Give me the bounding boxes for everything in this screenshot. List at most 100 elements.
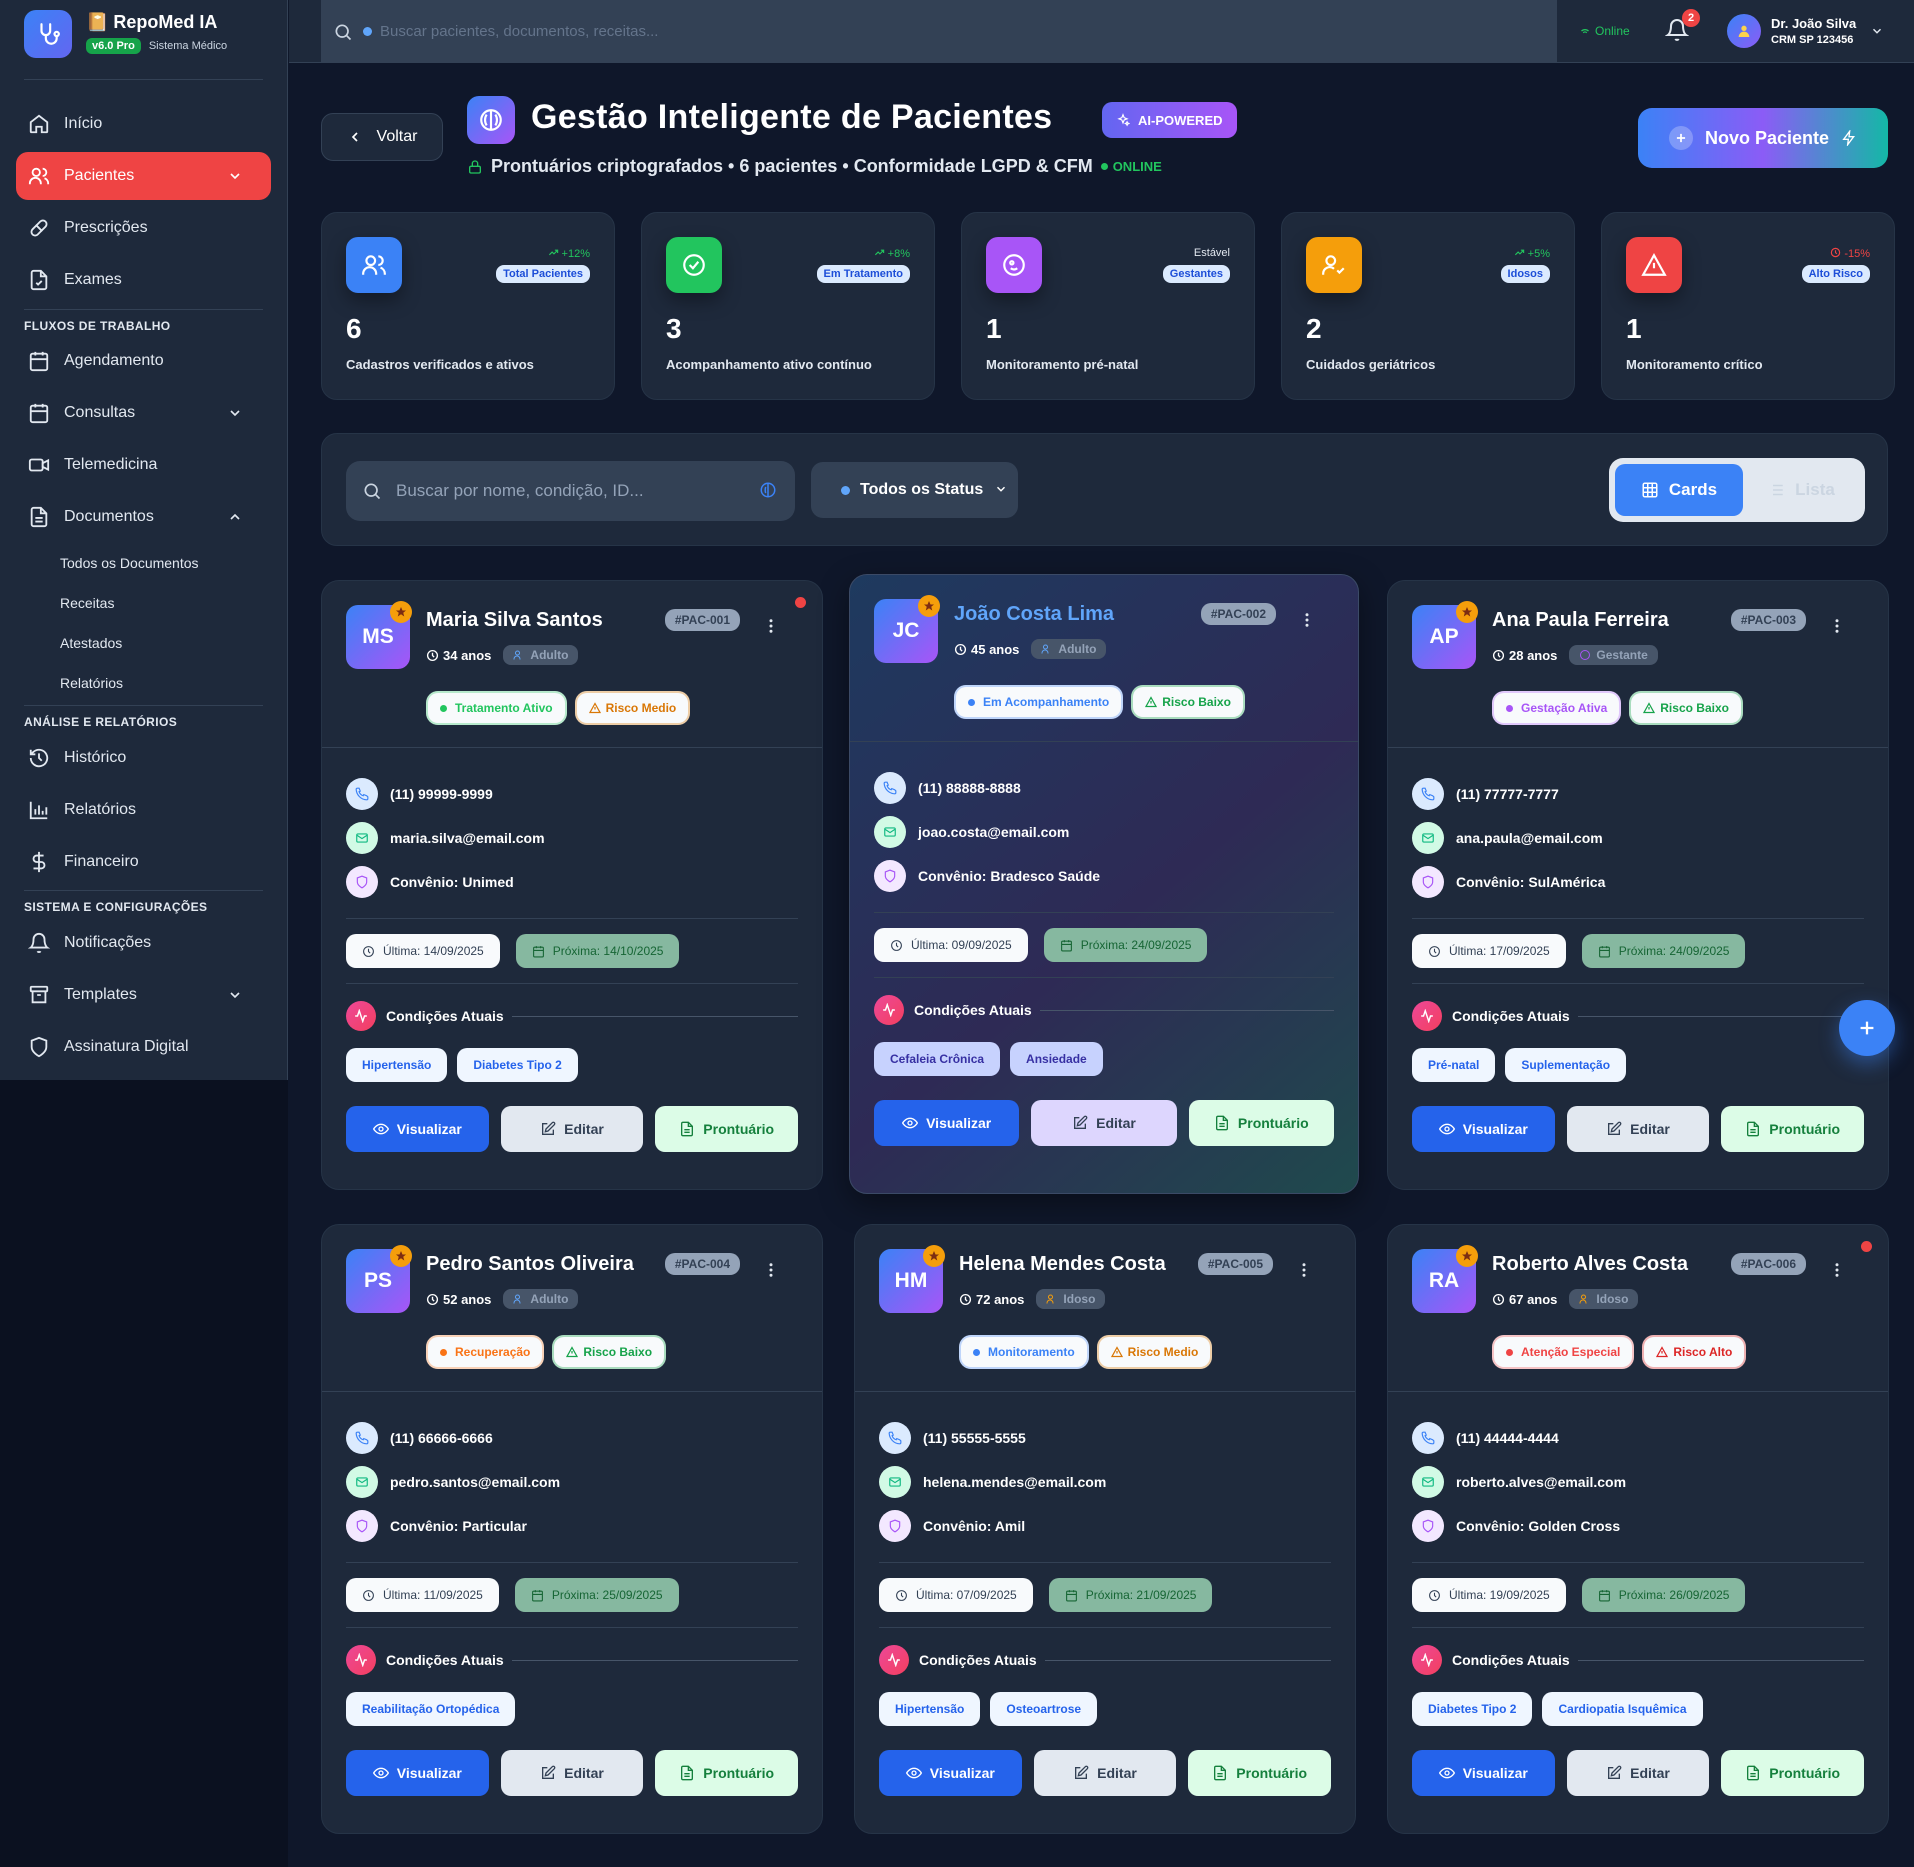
sidebar-item-agendamento[interactable]: Agendamento [16,337,271,385]
view-button[interactable]: Visualizar [879,1750,1022,1796]
status-filter-select[interactable]: Todos os Status [811,462,1018,518]
patient-card[interactable]: AP Ana Paula Ferreira #PAC-003 28 anos Gesta… [1387,580,1889,1190]
back-button[interactable]: Voltar [321,113,443,161]
view-list-button[interactable]: Lista [1743,464,1859,516]
condition-tag[interactable]: Ansiedade [1010,1042,1103,1076]
condition-tag[interactable]: Cefaleia Crônica [874,1042,1001,1076]
patient-search-input[interactable]: Buscar por nome, condição, ID... [346,461,795,521]
patient-card[interactable]: JC João Costa Lima #PAC-002 45 anos Adulto Em… [849,574,1359,1194]
condition-tag[interactable]: Suplementação [1505,1048,1627,1082]
stat-card[interactable]: +5% Idosos 2 Cuidados geriátricos [1281,212,1575,400]
sidebar-item-label: Relatórios [64,801,137,818]
edit-button[interactable]: Editar [1033,1750,1177,1796]
subnav-relatorios[interactable]: Relatórios [60,675,123,691]
medical-record-button[interactable]: Prontuário [1721,1750,1865,1796]
condition-tag[interactable]: Reabilitação Ortopédica [346,1692,516,1726]
sidebar-item-documentos[interactable]: Documentos [16,493,271,541]
sidebar-item-assinatura[interactable]: Assinatura Digital [16,1023,271,1071]
view-button[interactable]: Visualizar [1412,1750,1555,1796]
condition-tag[interactable]: Cardiopatia Isquêmica [1542,1692,1703,1726]
condition-tag[interactable]: Diabetes Tipo 2 [457,1048,578,1082]
patient-email[interactable]: pedro.santos@email.com [346,1460,798,1504]
edit-button[interactable]: Editar [500,1750,644,1796]
patient-phone[interactable]: (11) 55555-5555 [879,1416,1331,1460]
view-button[interactable]: Visualizar [1412,1106,1555,1152]
patient-card[interactable]: MS Maria Silva Santos #PAC-001 34 anos Adult… [321,580,823,1190]
star-icon[interactable] [923,1245,945,1267]
patient-email[interactable]: maria.silva@email.com [346,816,798,860]
sidebar-item-exames[interactable]: Exames [16,256,271,304]
stat-card[interactable]: +8% Em Tratamento 3 Acompanhamento ativo co… [641,212,935,400]
stat-card[interactable]: +12% Total Pacientes 6 Cadastros verificado… [321,212,615,400]
more-options-icon[interactable] [1295,1261,1313,1279]
patient-phone[interactable]: (11) 99999-9999 [346,772,798,816]
star-icon[interactable] [918,595,940,617]
subnav-atestados[interactable]: Atestados [60,635,122,651]
ai-search-icon[interactable] [759,481,777,499]
star-icon[interactable] [390,601,412,623]
more-options-icon[interactable] [1298,611,1316,629]
patient-phone[interactable]: (11) 66666-6666 [346,1416,798,1460]
sidebar-item-pacientes[interactable]: Pacientes [16,152,271,200]
patient-email[interactable]: joao.costa@email.com [874,810,1334,854]
sidebar-item-prescricoes[interactable]: Prescrições [16,204,271,252]
star-icon[interactable] [1456,1245,1478,1267]
patient-name[interactable]: Pedro Santos Oliveira [426,1253,634,1276]
patient-email[interactable]: helena.mendes@email.com [879,1460,1331,1504]
floating-add-button[interactable] [1839,1000,1895,1056]
new-patient-button[interactable]: Novo Paciente [1638,108,1888,168]
view-button[interactable]: Visualizar [346,1106,489,1152]
medical-record-button[interactable]: Prontuário [1188,1750,1332,1796]
edit-button[interactable]: Editar [1566,1750,1710,1796]
star-icon[interactable] [390,1245,412,1267]
edit-button[interactable]: Editar [1566,1106,1710,1152]
more-options-icon[interactable] [762,1261,780,1279]
sidebar-item-templates[interactable]: Templates [16,971,271,1019]
condition-tag[interactable]: Diabetes Tipo 2 [1412,1692,1533,1726]
stat-card[interactable]: -15% Alto Risco 1 Monitoramento crítico [1601,212,1895,400]
edit-button[interactable]: Editar [500,1106,644,1152]
more-options-icon[interactable] [1828,1261,1846,1279]
patient-email[interactable]: ana.paula@email.com [1412,816,1864,860]
sidebar-item-telemedicina[interactable]: Telemedicina [16,441,271,489]
stat-card[interactable]: Estável Gestantes 1 Monitoramento pré-natal [961,212,1255,400]
edit-button[interactable]: Editar [1031,1100,1177,1146]
patient-phone[interactable]: (11) 88888-8888 [874,766,1334,810]
subnav-receitas[interactable]: Receitas [60,595,114,611]
medical-record-button[interactable]: Prontuário [655,1106,799,1152]
sidebar-item-consultas[interactable]: Consultas [16,389,271,437]
medical-record-button[interactable]: Prontuário [1188,1100,1334,1146]
patient-name[interactable]: Helena Mendes Costa [959,1253,1166,1276]
patient-phone[interactable]: (11) 77777-7777 [1412,772,1864,816]
sidebar-item-financeiro[interactable]: Financeiro [16,838,271,886]
condition-tag[interactable]: Osteoartrose [990,1692,1098,1726]
medical-record-button[interactable]: Prontuário [1721,1106,1865,1152]
patient-name[interactable]: Maria Silva Santos [426,609,603,632]
patient-card[interactable]: RA Roberto Alves Costa #PAC-006 67 anos Idos… [1387,1224,1889,1834]
view-cards-button[interactable]: Cards [1615,464,1743,516]
condition-tag[interactable]: Pré-natal [1412,1048,1496,1082]
condition-tag[interactable]: Hipertensão [346,1048,448,1082]
patient-card[interactable]: HM Helena Mendes Costa #PAC-005 72 anos Idos… [854,1224,1356,1834]
user-menu[interactable]: Dr. João Silva CRM SP 123456 [1727,14,1884,48]
sidebar-item-historico[interactable]: Histórico [16,734,271,782]
brand[interactable]: 📔 RepoMed IA v6.0 Pro Sistema Médico [24,10,227,58]
patient-phone[interactable]: (11) 44444-4444 [1412,1416,1864,1460]
patient-name[interactable]: João Costa Lima [954,603,1114,626]
view-button[interactable]: Visualizar [346,1750,489,1796]
view-button[interactable]: Visualizar [874,1100,1020,1146]
more-options-icon[interactable] [1828,617,1846,635]
sidebar-item-notificacoes[interactable]: Notificações [16,919,271,967]
patient-email[interactable]: roberto.alves@email.com [1412,1460,1864,1504]
global-search-input[interactable]: Buscar pacientes, documentos, receitas..… [321,0,1557,63]
sidebar-item-inicio[interactable]: Início [16,100,271,148]
more-options-icon[interactable] [762,617,780,635]
condition-tag[interactable]: Hipertensão [879,1692,981,1726]
subnav-todos-documentos[interactable]: Todos os Documentos [60,555,199,571]
patient-card[interactable]: PS Pedro Santos Oliveira #PAC-004 52 anos Ad… [321,1224,823,1834]
sidebar-item-relatorios[interactable]: Relatórios [16,786,271,834]
patient-name[interactable]: Roberto Alves Costa [1492,1253,1688,1276]
medical-record-button[interactable]: Prontuário [655,1750,799,1796]
patient-name[interactable]: Ana Paula Ferreira [1492,609,1669,632]
star-icon[interactable] [1456,601,1478,623]
